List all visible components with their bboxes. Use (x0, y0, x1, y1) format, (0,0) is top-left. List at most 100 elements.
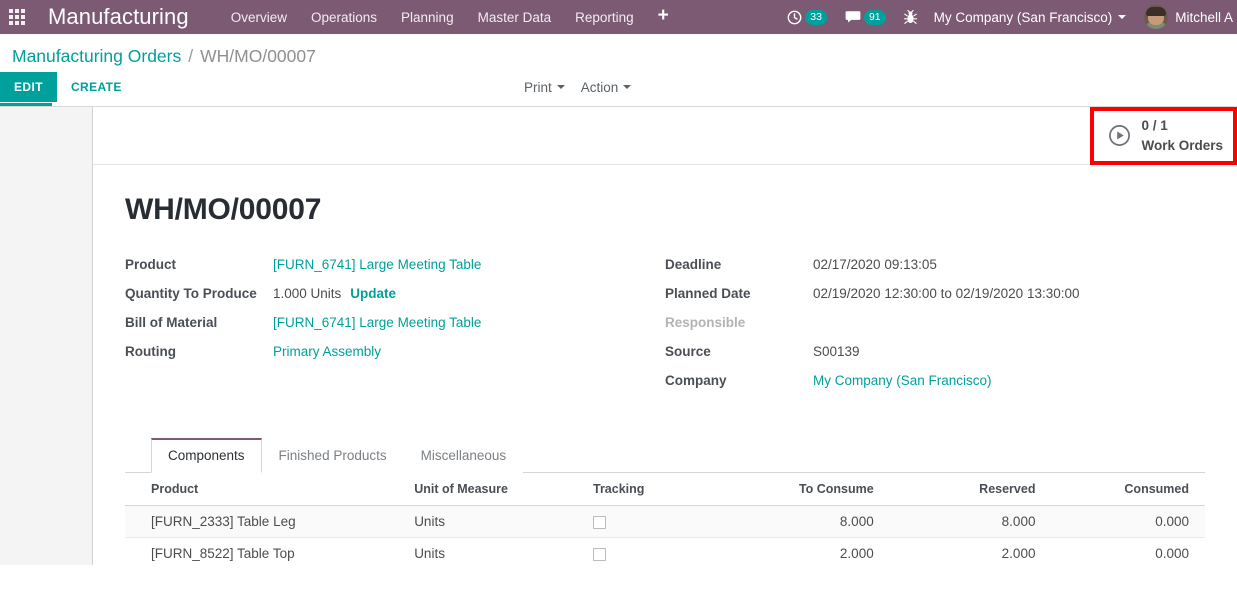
header-to-consume[interactable]: To Consume (737, 473, 886, 506)
print-dropdown-label: Print (524, 79, 552, 95)
work-orders-stat-button[interactable]: 0 / 1 Work Orders (1093, 107, 1237, 164)
action-dropdown-label: Action (580, 79, 619, 95)
cell-reserved: 2.000 (885, 537, 1048, 565)
field-routing: Routing Primary Assembly (125, 344, 665, 363)
edit-button[interactable]: EDIT (0, 72, 57, 102)
table-row[interactable]: [FURN_2333] Table Leg Units 8.000 8.000 … (125, 505, 1205, 538)
field-source-label: Source (665, 344, 711, 359)
field-product-label: Product (125, 257, 177, 272)
messages-menu-button[interactable]: 91 (836, 0, 895, 34)
field-planned-date: Planned Date 02/19/2020 12:30:00 to 02/1… (665, 286, 1145, 305)
main-menu: Overview Operations Planning Master Data… (219, 1, 681, 34)
field-bill-of-material: Bill of Material [FURN_6741] Large Meeti… (125, 315, 665, 334)
header-product[interactable]: Product (125, 473, 403, 506)
apps-grid-icon[interactable] (0, 0, 34, 34)
stat-buttons-row: 0 / 1 Work Orders (93, 107, 1237, 165)
edit-button-underline (0, 103, 52, 106)
app-brand-title[interactable]: Manufacturing (48, 4, 189, 30)
field-deadline-label: Deadline (665, 257, 722, 272)
tab-finished-products[interactable]: Finished Products (261, 438, 404, 473)
work-orders-count: 0 / 1 (1141, 117, 1168, 133)
tracking-checkbox[interactable] (593, 515, 606, 529)
chat-bubble-icon (845, 11, 861, 23)
breadcrumb-root[interactable]: Manufacturing Orders (12, 46, 181, 67)
field-bill-of-material-value[interactable]: [FURN_6741] Large Meeting Table (273, 315, 481, 330)
add-menu-button[interactable]: + (646, 3, 681, 32)
print-dropdown[interactable]: Print (524, 80, 565, 95)
header-uom[interactable]: Unit of Measure (402, 473, 581, 506)
field-product-value[interactable]: [FURN_6741] Large Meeting Table (273, 257, 481, 272)
header-consumed[interactable]: Consumed (1047, 473, 1205, 506)
work-orders-label: Work Orders (1141, 137, 1223, 153)
field-responsible-label: Responsible (665, 315, 746, 330)
field-quantity-to-produce: Quantity To Produce 1.000 Units Update (125, 286, 665, 305)
bug-icon (903, 9, 917, 24)
user-menu[interactable]: Mitchell A (1134, 5, 1237, 29)
page-title: WH/MO/00007 (125, 193, 322, 226)
cell-reserved: 8.000 (885, 505, 1048, 538)
tab-miscellaneous[interactable]: Miscellaneous (403, 438, 524, 473)
field-bill-of-material-label: Bill of Material (125, 315, 218, 330)
menu-item-operations[interactable]: Operations (299, 1, 389, 34)
tab-components[interactable]: Components (151, 438, 262, 473)
debug-menu-button[interactable] (895, 0, 926, 34)
fields-grid: Product [FURN_6741] Large Meeting Table … (125, 257, 1205, 402)
tracking-checkbox[interactable] (593, 547, 606, 561)
chevron-down-icon (556, 85, 565, 89)
update-quantity-link[interactable]: Update (350, 286, 396, 301)
field-quantity-to-produce-value: 1.000 Units (273, 286, 342, 301)
cell-product: [FURN_2333] Table Leg (125, 505, 403, 538)
control-panel: Manufacturing Orders / WH/MO/00007 EDIT … (0, 34, 1237, 107)
menu-item-master-data[interactable]: Master Data (466, 1, 564, 34)
field-quantity-to-produce-group: 1.000 Units Update (273, 286, 396, 301)
header-tracking[interactable]: Tracking (581, 473, 738, 506)
chevron-down-icon (623, 85, 632, 89)
menu-item-planning[interactable]: Planning (389, 1, 466, 34)
company-switcher[interactable]: My Company (San Francisco) (926, 10, 1135, 25)
field-deadline: Deadline 02/17/2020 09:13:05 (665, 257, 1145, 276)
breadcrumb-current: WH/MO/00007 (200, 46, 316, 66)
top-navbar: Manufacturing Overview Operations Planni… (0, 0, 1237, 34)
components-table-header-row: Product Unit of Measure Tracking To Cons… (125, 473, 1205, 506)
messages-count-badge: 91 (863, 9, 886, 25)
chevron-down-icon (1118, 15, 1127, 19)
field-routing-label: Routing (125, 344, 176, 359)
menu-item-overview[interactable]: Overview (219, 1, 299, 34)
field-responsible: Responsible (665, 315, 1145, 334)
action-dropdowns: Print Action (524, 80, 632, 95)
notebook-tabs: Components Finished Products Miscellaneo… (125, 438, 1205, 473)
cell-consumed: 0.000 (1047, 505, 1205, 538)
cell-uom: Units (402, 505, 581, 538)
cell-tracking (581, 537, 738, 565)
control-panel-buttons: EDIT CREATE Print Action (0, 71, 1237, 103)
menu-item-reporting[interactable]: Reporting (563, 1, 646, 34)
cell-product: [FURN_8522] Table Top (125, 537, 403, 565)
company-switcher-label: My Company (San Francisco) (933, 9, 1113, 25)
field-source: Source S00139 (665, 344, 1145, 363)
form-body: WH/MO/00007 Product [FURN_6741] Large Me… (93, 165, 1237, 565)
field-company-value[interactable]: My Company (San Francisco) (813, 373, 992, 388)
fields-column-right: Deadline 02/17/2020 09:13:05 Planned Dat… (665, 257, 1145, 402)
activity-menu-button[interactable]: 33 (778, 0, 836, 34)
field-routing-value[interactable]: Primary Assembly (273, 344, 381, 359)
create-button[interactable]: CREATE (57, 72, 136, 102)
activity-count-badge: 33 (805, 9, 827, 25)
header-reserved[interactable]: Reserved (885, 473, 1048, 506)
left-gutter (0, 107, 93, 565)
field-deadline-value: 02/17/2020 09:13:05 (813, 257, 937, 272)
fields-column-left: Product [FURN_6741] Large Meeting Table … (125, 257, 665, 402)
cell-consumed: 0.000 (1047, 537, 1205, 565)
table-row[interactable]: [FURN_8522] Table Top Units 2.000 2.000 … (125, 537, 1205, 565)
cell-tracking (581, 505, 738, 538)
components-table-body: [FURN_2333] Table Leg Units 8.000 8.000 … (125, 505, 1205, 565)
cell-uom: Units (402, 537, 581, 565)
action-dropdown[interactable]: Action (581, 80, 632, 95)
components-table-head: Product Unit of Measure Tracking To Cons… (125, 473, 1205, 506)
components-table: Product Unit of Measure Tracking To Cons… (125, 473, 1205, 565)
avatar (1144, 5, 1169, 29)
field-planned-date-label: Planned Date (665, 286, 751, 301)
field-source-value: S00139 (813, 344, 860, 359)
clock-activity-icon (787, 10, 802, 24)
field-product: Product [FURN_6741] Large Meeting Table (125, 257, 665, 276)
apps-grid-glyph (9, 9, 25, 25)
